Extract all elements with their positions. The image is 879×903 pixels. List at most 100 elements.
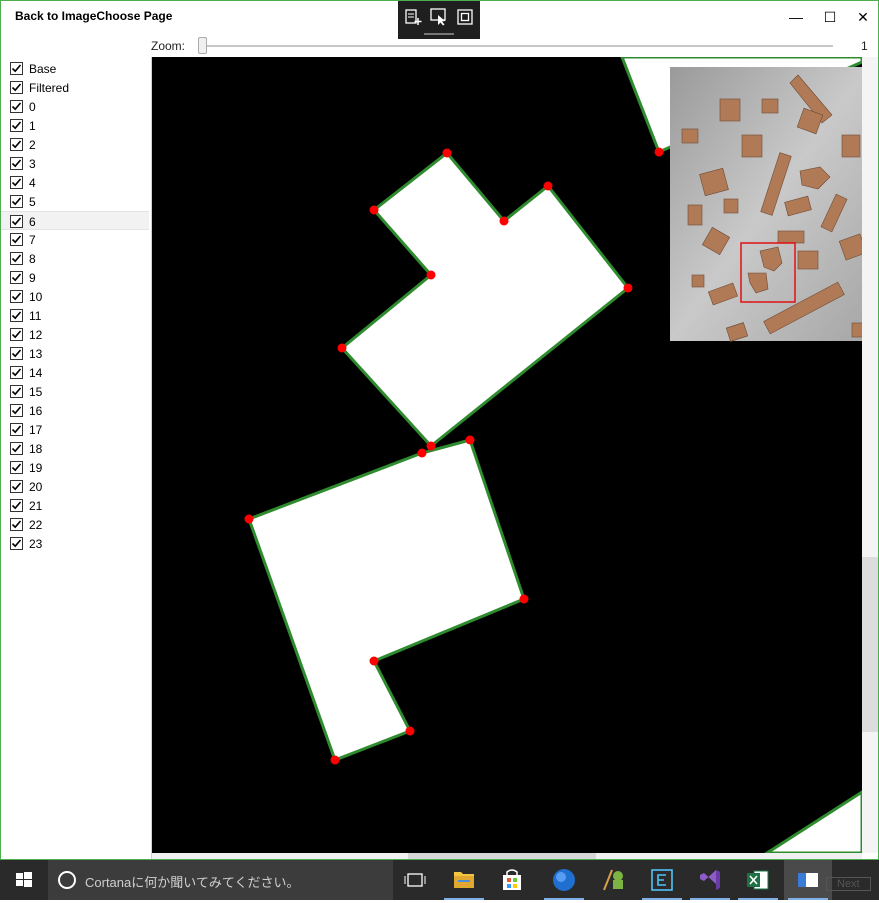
visual-studio-icon[interactable] [686,860,734,900]
layer-checkbox[interactable] [10,537,23,550]
vertex-marker[interactable] [426,270,436,280]
vertex-marker[interactable] [499,216,509,226]
add-visual-icon[interactable] [404,8,422,26]
layer-checkbox[interactable] [10,328,23,341]
vertex-marker[interactable] [442,148,452,158]
checkmark-icon [11,387,22,396]
back-to-imagechoose-link[interactable]: Back to ImageChoose Page [15,9,172,23]
layer-item-2[interactable]: 2 [1,135,149,154]
minimap[interactable] [670,67,862,342]
browser-icon[interactable] [540,860,588,900]
cortana-icon [58,871,76,889]
layer-item-0[interactable]: 0 [1,97,149,116]
layer-item-13[interactable]: 13 [1,344,149,363]
polygon-lower[interactable] [247,438,526,762]
layer-item-17[interactable]: 17 [1,420,149,439]
zoom-slider-thumb[interactable] [198,37,207,54]
layer-item-6[interactable]: 6 [1,211,149,230]
polygon-upper[interactable] [339,150,631,449]
layer-item-9[interactable]: 9 [1,268,149,287]
file-explorer-icon[interactable] [440,860,488,900]
excel-icon[interactable] [734,860,782,900]
vertex-marker[interactable] [330,755,340,765]
layer-item-14[interactable]: 14 [1,363,149,382]
layer-checkbox[interactable] [10,195,23,208]
layer-checkbox[interactable] [10,252,23,265]
editor-icon[interactable] [638,860,686,900]
layer-checkbox[interactable] [10,157,23,170]
layer-checkbox[interactable] [10,138,23,151]
vertex-marker[interactable] [369,205,379,215]
vertex-marker[interactable] [337,343,347,353]
vertex-marker[interactable] [417,448,427,458]
layer-item-base[interactable]: Base [1,59,149,78]
layer-checkbox[interactable] [10,100,23,113]
layer-item-10[interactable]: 10 [1,287,149,306]
task-view-icon[interactable] [392,860,440,900]
vertex-marker[interactable] [465,435,475,445]
layer-checkbox[interactable] [10,215,23,228]
image-canvas[interactable] [152,57,862,853]
layer-checkbox[interactable] [10,518,23,531]
layer-checkbox[interactable] [10,480,23,493]
minimize-button[interactable]: — [781,5,811,29]
layer-item-filtered[interactable]: Filtered [1,78,149,97]
layer-item-19[interactable]: 19 [1,458,149,477]
layout-adorner-icon[interactable] [456,8,474,26]
layer-checkbox[interactable] [10,271,23,284]
vertex-marker[interactable] [369,656,379,666]
checkmark-icon [11,311,22,320]
zoom-slider-track[interactable] [201,45,833,47]
vertical-scrollbar[interactable] [862,57,878,853]
layer-item-12[interactable]: 12 [1,325,149,344]
layer-item-22[interactable]: 22 [1,515,149,534]
layer-checkbox[interactable] [10,404,23,417]
layer-item-23[interactable]: 23 [1,534,149,553]
maximize-button[interactable]: ☐ [815,5,845,29]
layer-item-1[interactable]: 1 [1,116,149,135]
layer-item-11[interactable]: 11 [1,306,149,325]
layer-checkbox[interactable] [10,442,23,455]
layer-checkbox[interactable] [10,62,23,75]
layer-item-21[interactable]: 21 [1,496,149,515]
layer-checkbox[interactable] [10,81,23,94]
layer-checkbox[interactable] [10,366,23,379]
store-icon[interactable] [488,860,536,900]
layer-checkbox[interactable] [10,461,23,474]
layer-checkbox[interactable] [10,233,23,246]
horizontal-scroll-thumb[interactable] [408,853,596,859]
layer-checkbox[interactable] [10,347,23,360]
layer-item-16[interactable]: 16 [1,401,149,420]
layer-checkbox[interactable] [10,423,23,436]
vertex-marker[interactable] [244,514,254,524]
layer-checkbox[interactable] [10,119,23,132]
layer-checkbox[interactable] [10,309,23,322]
layer-checkbox[interactable] [10,290,23,303]
layer-checkbox[interactable] [10,176,23,189]
vertex-marker[interactable] [426,441,436,451]
layer-item-7[interactable]: 7 [1,230,149,249]
horizontal-scrollbar[interactable] [152,853,862,859]
layer-item-8[interactable]: 8 [1,249,149,268]
vertical-scroll-thumb[interactable] [862,557,878,732]
hidden-next-button[interactable]: Next [826,877,871,891]
vertex-marker[interactable] [654,147,664,157]
layer-item-18[interactable]: 18 [1,439,149,458]
layer-item-3[interactable]: 3 [1,154,149,173]
app-window-icon[interactable] [784,860,832,900]
vertex-marker[interactable] [405,726,415,736]
vertex-marker[interactable] [623,283,633,293]
layer-item-5[interactable]: 5 [1,192,149,211]
layer-item-20[interactable]: 20 [1,477,149,496]
cortana-search-box[interactable]: Cortanaに何か聞いてみてください。 [48,860,393,900]
close-button[interactable]: ✕ [848,5,878,29]
layer-item-4[interactable]: 4 [1,173,149,192]
vertex-marker[interactable] [543,181,553,191]
vertex-marker[interactable] [519,594,529,604]
android-studio-icon[interactable] [590,860,638,900]
layer-item-15[interactable]: 15 [1,382,149,401]
layer-checkbox[interactable] [10,385,23,398]
layer-checkbox[interactable] [10,499,23,512]
windows-start-icon[interactable] [0,860,48,900]
select-element-icon[interactable] [430,8,448,26]
